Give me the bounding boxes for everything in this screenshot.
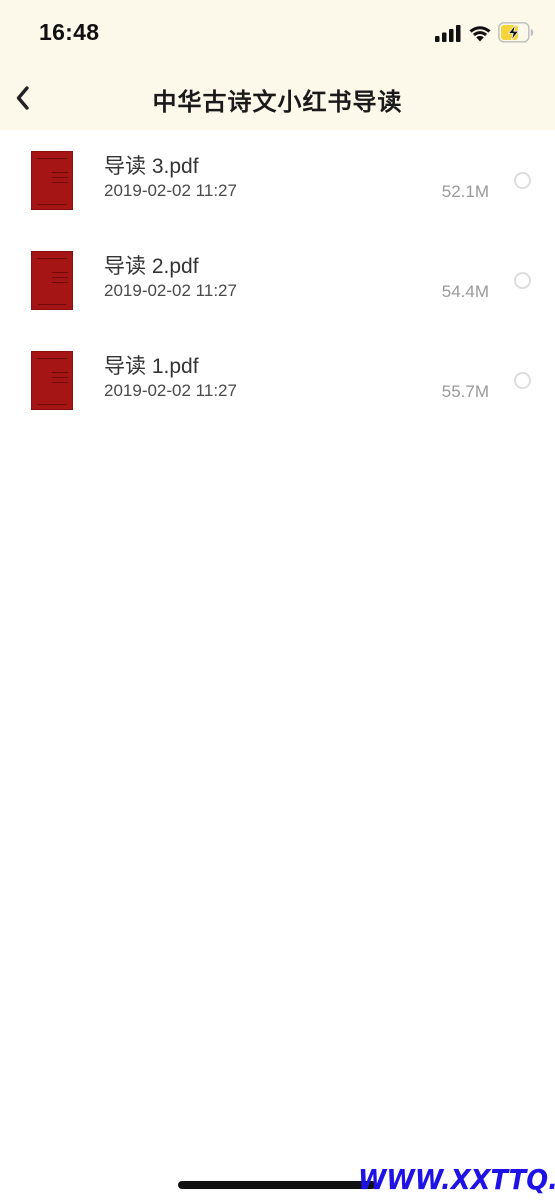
select-radio[interactable]: [514, 272, 531, 289]
pdf-thumbnail: [31, 251, 73, 310]
file-date: 2019-02-02 11:27: [104, 181, 237, 200]
list-item[interactable]: 导读 3.pdf 2019-02-02 11:27 52.1M: [0, 130, 555, 230]
screen: 16:48 中华古诗文小红书导读 导读 3.pdf 2019-02-02 11:…: [0, 0, 555, 1200]
file-size: 54.4M: [441, 282, 489, 301]
select-radio[interactable]: [514, 172, 531, 189]
nav-bar: 中华古诗文小红书导读: [0, 70, 555, 130]
battery-charging-icon: [498, 22, 534, 43]
pdf-thumbnail: [31, 151, 73, 210]
header: 16:48 中华古诗文小红书导读: [0, 0, 555, 130]
file-list: 导读 3.pdf 2019-02-02 11:27 52.1M 导读 2.pdf…: [0, 130, 555, 430]
file-date: 2019-02-02 11:27: [104, 281, 237, 300]
page-title: 中华古诗文小红书导读: [152, 89, 403, 116]
wifi-icon: [469, 26, 491, 42]
pdf-thumbnail: [31, 351, 73, 410]
file-size: 52.1M: [441, 182, 489, 201]
file-name: 导读 1.pdf: [104, 355, 199, 378]
watermark: WWW.XXTTQ.COM: [358, 1163, 555, 1196]
status-time: 16:48: [39, 19, 100, 45]
list-item[interactable]: 导读 1.pdf 2019-02-02 11:27 55.7M: [0, 330, 555, 430]
status-bar: 16:48: [0, 0, 555, 70]
list-item[interactable]: 导读 2.pdf 2019-02-02 11:27 54.4M: [0, 230, 555, 330]
file-date: 2019-02-02 11:27: [104, 381, 237, 400]
home-indicator: [178, 1181, 376, 1189]
select-radio[interactable]: [514, 372, 531, 389]
file-size: 55.7M: [441, 382, 489, 401]
file-name: 导读 2.pdf: [104, 255, 199, 278]
file-name: 导读 3.pdf: [104, 155, 199, 178]
signal-icon: [435, 25, 461, 42]
